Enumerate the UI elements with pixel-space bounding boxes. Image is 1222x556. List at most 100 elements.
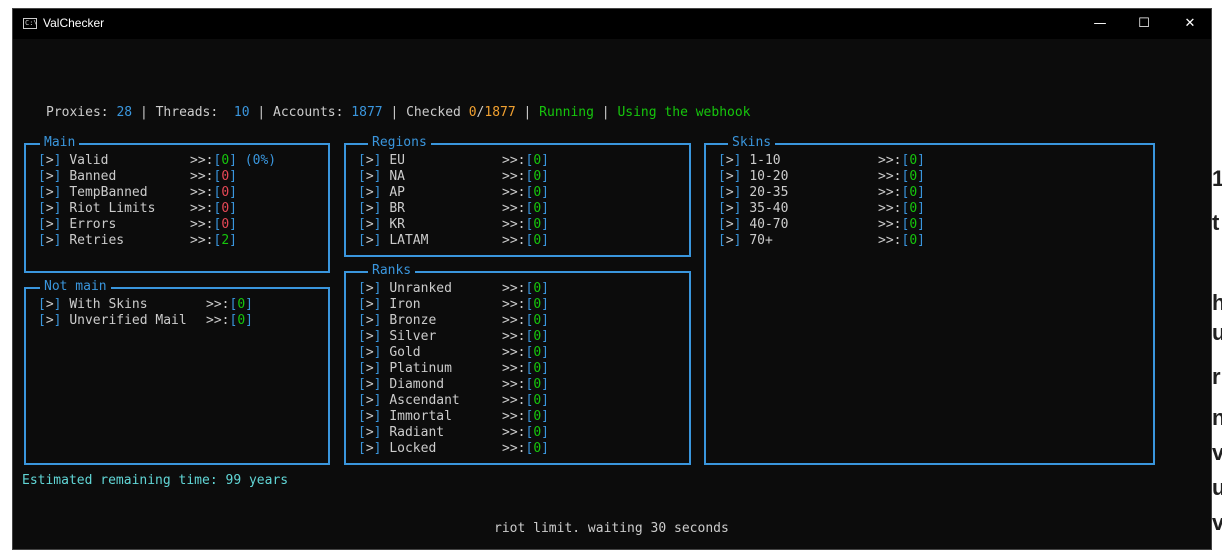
value-arrow: >>: [502, 233, 526, 248]
bullet-bracket: ] [53, 313, 62, 328]
bullet-bracket: [ [358, 329, 366, 344]
rank-label: Diamond [389, 377, 445, 392]
not-main-row: [>] With Skins [38, 297, 206, 313]
bullet-bracket: [ [358, 313, 366, 328]
skin-label: 70+ [749, 233, 773, 248]
bullet-arrow: > [365, 185, 374, 200]
rank-label: Ascendant [389, 393, 460, 408]
title-bar[interactable]: C:\ ValChecker — ☐ ✕ [13, 9, 1211, 39]
rank-label: Bronze [389, 313, 437, 328]
background-text: v [1212, 510, 1222, 535]
bullet-bracket: [ [38, 169, 46, 184]
minimize-button[interactable]: — [1077, 9, 1123, 39]
bullet-bracket: ] [373, 345, 382, 360]
value-arrow: >>: [190, 217, 214, 232]
value-bracket: ] [245, 313, 253, 328]
rank-row: [>] Iron [358, 297, 502, 313]
region-row: [>] EU [358, 153, 502, 169]
main-value-cell: >>:[2] [190, 233, 237, 249]
main-row: [>] Errors [38, 217, 190, 233]
estimated-time: Estimated remaining time: 99 years [22, 473, 289, 488]
bullet-arrow: > [365, 345, 374, 360]
main-value: 0 [221, 201, 230, 216]
bullet-arrow: > [45, 169, 54, 184]
not-main-panel-title: Not main [40, 279, 111, 295]
rank-row: [>] Diamond [358, 377, 502, 393]
main-value-cell: >>:[0] [190, 169, 237, 185]
region-value-cell: >>:[0] [502, 153, 549, 169]
value-arrow: >>: [502, 441, 526, 456]
main-label: Banned [69, 169, 117, 184]
background-text: t [1212, 210, 1220, 235]
bullet-bracket: ] [733, 185, 742, 200]
value-arrow: >>: [502, 313, 526, 328]
region-value: 0 [533, 153, 542, 168]
skin-value: 0 [909, 233, 918, 248]
rank-value-cell: >>:[0] [502, 361, 549, 377]
bullet-bracket: [ [38, 313, 46, 328]
main-row: [>] Retries [38, 233, 190, 249]
main-row: [>] TempBanned [38, 185, 190, 201]
bullet-arrow: > [45, 313, 54, 328]
bullet-bracket: ] [373, 233, 382, 248]
bullet-bracket: [ [358, 233, 366, 248]
value-bracket: ] [229, 233, 237, 248]
value-bracket: ] [245, 297, 253, 312]
value-arrow: >>: [878, 233, 902, 248]
bullet-arrow: > [365, 377, 374, 392]
run-state: Running [539, 105, 594, 120]
bullet-bracket: [ [358, 425, 366, 440]
console-window: C:\ ValChecker — ☐ ✕ Proxies: 28 | Threa… [12, 8, 1212, 550]
bullet-bracket: [ [358, 297, 366, 312]
background-text: v [1212, 440, 1222, 465]
region-value: 0 [533, 233, 542, 248]
bullet-bracket: ] [373, 185, 382, 200]
bullet-bracket: ] [53, 185, 62, 200]
bullet-arrow: > [365, 441, 374, 456]
region-value-cell: >>:[0] [502, 217, 549, 233]
bullet-arrow: > [365, 393, 374, 408]
bullet-bracket: [ [38, 153, 46, 168]
bullet-bracket: ] [733, 233, 742, 248]
console-output[interactable]: Proxies: 28 | Threads: 10 | Accounts: 18… [13, 39, 1211, 549]
region-value: 0 [533, 169, 542, 184]
console-app-icon: C:\ [23, 18, 38, 29]
checked-label: Checked [406, 105, 461, 120]
rank-label: Gold [389, 345, 421, 360]
maximize-button[interactable]: ☐ [1121, 9, 1167, 39]
value-arrow: >>: [190, 169, 214, 184]
bullet-bracket: [ [718, 153, 726, 168]
background-text: r [1212, 364, 1221, 389]
background-text: n [1212, 405, 1222, 430]
bullet-bracket: [ [358, 185, 366, 200]
bullet-arrow: > [725, 185, 734, 200]
bullet-bracket: [ [358, 153, 366, 168]
bullet-bracket: ] [53, 217, 62, 232]
skin-value: 0 [909, 153, 918, 168]
not-main-label: With Skins [69, 297, 148, 312]
main-row: [>] Banned [38, 169, 190, 185]
skin-row: [>] 40-70 [718, 217, 878, 233]
skin-row: [>] 70+ [718, 233, 878, 249]
main-value-cell: >>:[0] (0%) [190, 153, 276, 169]
skin-row: [>] 10-20 [718, 169, 878, 185]
rank-value: 0 [533, 409, 542, 424]
skins-panel-title: Skins [728, 135, 776, 151]
bullet-arrow: > [365, 425, 374, 440]
bullet-arrow: > [365, 313, 374, 328]
skin-row: [>] 1-10 [718, 153, 878, 169]
bullet-arrow: > [365, 169, 374, 184]
skin-value: 0 [909, 217, 918, 232]
bullet-bracket: [ [358, 169, 366, 184]
bullet-bracket: [ [38, 217, 46, 232]
rank-value-cell: >>:[0] [502, 329, 549, 345]
close-button[interactable]: ✕ [1167, 9, 1213, 39]
bullet-arrow: > [45, 297, 54, 312]
value-arrow: >>: [502, 281, 526, 296]
bullet-bracket: ] [373, 169, 382, 184]
status-message: riot limit. waiting 30 seconds [494, 521, 729, 536]
region-value: 0 [533, 217, 542, 232]
rank-row: [>] Bronze [358, 313, 502, 329]
bullet-bracket: ] [53, 201, 62, 216]
region-label: NA [389, 169, 405, 184]
